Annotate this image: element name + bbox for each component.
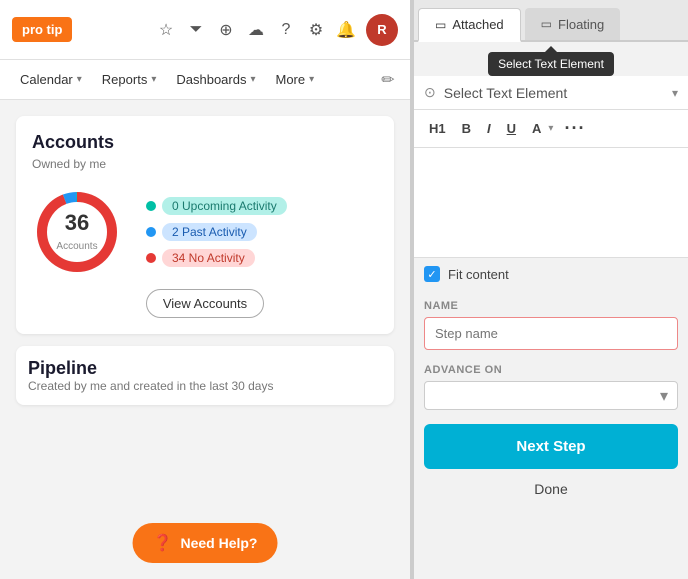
bell-icon[interactable]: 🔔 — [336, 20, 356, 40]
advance-on-select-wrapper — [424, 381, 678, 410]
legend-badge-no: 34 No Activity — [162, 249, 255, 267]
pipeline-subtitle: Created by me and created in the last 30… — [28, 379, 382, 393]
need-help-label: Need Help? — [180, 535, 257, 551]
legend-item-upcoming: 0 Upcoming Activity — [146, 197, 287, 215]
accounts-legend: 0 Upcoming Activity 2 Past Activity 34 N… — [146, 197, 287, 267]
legend-dot-no — [146, 253, 156, 263]
second-nav: Calendar ▾ Reports ▾ Dashboards ▾ More ▾… — [0, 60, 410, 100]
help-icon[interactable]: ? — [276, 20, 296, 40]
done-button[interactable]: Done — [414, 473, 688, 505]
legend-dot-past — [146, 227, 156, 237]
dashboards-label: Dashboards — [176, 72, 246, 87]
settings-icon[interactable]: ⚙ — [306, 20, 326, 40]
top-nav: pro tip ☆ ⏷ ⊕ ☁ ? ⚙ 🔔 R — [0, 0, 410, 60]
sidebar-item-more[interactable]: More ▾ — [268, 68, 323, 91]
left-panel: pro tip ☆ ⏷ ⊕ ☁ ? ⚙ 🔔 R Calendar ▾ Repor… — [0, 0, 410, 579]
format-italic-button[interactable]: I — [482, 119, 496, 138]
reports-chevron: ▾ — [151, 74, 156, 85]
right-panel: ▭ Attached ▭ Floating Select Text Elemen… — [414, 0, 688, 579]
tooltip-area: Select Text Element — [414, 42, 688, 76]
target-icon: ⊙ — [424, 84, 436, 101]
accounts-subtitle: Owned by me — [32, 157, 378, 171]
select-dropdown-arrow[interactable]: ▾ — [672, 86, 678, 100]
format-more-button[interactable]: ··· — [559, 116, 590, 141]
calendar-chevron: ▾ — [77, 74, 82, 85]
tab-attached-label: Attached — [452, 17, 503, 32]
format-toolbar: H1 B I U A ▾ ··· — [414, 110, 688, 148]
legend-badge-past: 2 Past Activity — [162, 223, 257, 241]
pipeline-card: Pipeline Created by me and created in th… — [16, 346, 394, 405]
select-element-row: ⊙ Select Text Element ▾ — [414, 76, 688, 110]
advance-on-section: ADVANCE ON — [414, 356, 688, 414]
name-section: NAME — [414, 290, 688, 356]
step-name-input[interactable] — [424, 317, 678, 350]
advance-on-label: ADVANCE ON — [424, 364, 678, 376]
next-step-button[interactable]: Next Step — [424, 424, 678, 469]
fit-content-label: Fit content — [448, 267, 509, 282]
pro-tip-button[interactable]: pro tip — [12, 17, 72, 42]
tooltip-popup: Select Text Element — [488, 52, 614, 76]
tab-bar: ▭ Attached ▭ Floating — [414, 0, 688, 42]
star-icon[interactable]: ☆ — [156, 20, 176, 40]
nav-icons: ☆ ⏷ ⊕ ☁ ? ⚙ 🔔 R — [156, 14, 398, 46]
tooltip-text: Select Text Element — [498, 57, 604, 71]
avatar[interactable]: R — [366, 14, 398, 46]
accounts-count-label: Accounts — [56, 241, 97, 252]
legend-item-no: 34 No Activity — [146, 249, 287, 267]
name-field-label: NAME — [424, 300, 678, 312]
sidebar-item-calendar[interactable]: Calendar ▾ — [12, 68, 90, 91]
accounts-title: Accounts — [32, 132, 378, 153]
format-color-group: A ▾ — [527, 119, 553, 138]
attached-tab-icon: ▭ — [435, 18, 446, 32]
legend-badge-upcoming: 0 Upcoming Activity — [162, 197, 287, 215]
sidebar-item-dashboards[interactable]: Dashboards ▾ — [168, 68, 263, 91]
legend-dot-upcoming — [146, 201, 156, 211]
tab-floating[interactable]: ▭ Floating — [525, 8, 621, 40]
history-icon[interactable]: ⏷ — [186, 20, 206, 40]
edit-icon[interactable]: ✏ — [378, 70, 398, 90]
floating-tab-icon: ▭ — [541, 17, 552, 31]
fit-content-row: ✓ Fit content — [414, 258, 688, 290]
format-bold-button[interactable]: B — [457, 119, 476, 138]
calendar-label: Calendar — [20, 72, 73, 87]
need-help-button[interactable]: ❓ Need Help? — [133, 523, 278, 563]
advance-on-select[interactable] — [424, 381, 678, 410]
pipeline-title: Pipeline — [28, 358, 382, 379]
accounts-count: 36 — [56, 210, 97, 236]
question-icon: ❓ — [153, 533, 173, 553]
reports-label: Reports — [102, 72, 148, 87]
main-content: Accounts Owned by me — [0, 100, 410, 433]
view-accounts-button[interactable]: View Accounts — [146, 289, 264, 318]
add-icon[interactable]: ⊕ — [216, 20, 236, 40]
tab-attached[interactable]: ▭ Attached — [418, 8, 521, 42]
legend-item-past: 2 Past Activity — [146, 223, 287, 241]
select-element-text: Select Text Element — [444, 85, 664, 101]
format-underline-button[interactable]: U — [502, 119, 521, 138]
format-color-button[interactable]: A — [527, 119, 546, 138]
dashboards-chevron: ▾ — [250, 74, 255, 85]
donut-chart: 36 Accounts — [32, 187, 122, 277]
text-edit-area[interactable] — [414, 148, 688, 258]
tab-floating-label: Floating — [558, 17, 604, 32]
checkmark-icon: ✓ — [427, 268, 436, 281]
more-label: More — [276, 72, 306, 87]
fit-content-checkbox[interactable]: ✓ — [424, 266, 440, 282]
chart-area: 36 Accounts 0 Upcoming Activity 2 Past A… — [32, 187, 378, 277]
sidebar-item-reports[interactable]: Reports ▾ — [94, 68, 165, 91]
chevron-down-icon[interactable]: ▾ — [548, 123, 553, 134]
donut-center: 36 Accounts — [56, 210, 97, 254]
more-chevron: ▾ — [309, 74, 314, 85]
cloud-icon[interactable]: ☁ — [246, 20, 266, 40]
accounts-card: Accounts Owned by me — [16, 116, 394, 334]
format-h1-button[interactable]: H1 — [424, 119, 451, 138]
